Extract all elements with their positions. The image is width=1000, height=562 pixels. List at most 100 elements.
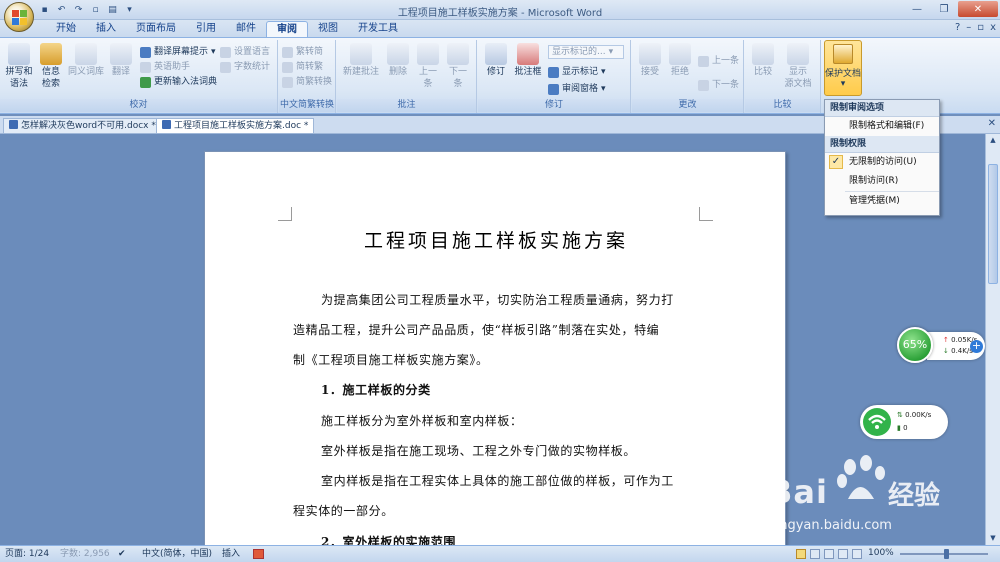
translate-icon	[110, 43, 132, 65]
view-full-screen-icon[interactable]	[810, 549, 820, 559]
previous-change-button[interactable]: 上一条	[698, 54, 739, 68]
show-markup-select[interactable]: 显示标记的... ▾	[548, 45, 624, 59]
tab-1[interactable]: 插入	[86, 21, 126, 38]
balloons-label: 批注框	[514, 67, 542, 77]
close-icon[interactable]: ✕	[958, 1, 998, 17]
word-count-label: 字数统计	[234, 62, 271, 72]
wifi-device-count: 0	[903, 424, 908, 432]
research-button[interactable]: 信息 检索	[36, 43, 66, 90]
menu-item-restrict-formatting[interactable]: 限制格式和编辑(F)	[825, 117, 939, 136]
ribbon-tab-row: 开始 插入 页面布局 引用 邮件 审阅 视图 开发工具 ? – ▫ x	[0, 20, 1000, 38]
status-word-count[interactable]: 字数: 2,956	[60, 548, 110, 561]
wifi-widget[interactable]: ⇅ 0.00K/s ▮ 0	[860, 405, 948, 439]
scroll-up-icon[interactable]: ▲	[986, 134, 1000, 146]
view-outline-icon[interactable]	[838, 549, 848, 559]
proofing-status-icon[interactable]: ✔	[118, 548, 126, 561]
chevron-down-icon: ▾	[840, 79, 846, 89]
doc-tab-1[interactable]: 怎样解决灰色word不可用.docx *	[3, 118, 162, 133]
to-traditional-button[interactable]: 简转繁	[282, 60, 323, 74]
doc-tab-2[interactable]: 工程项目施工样板实施方案.doc *	[156, 118, 315, 133]
minimize-icon[interactable]: —	[904, 1, 930, 17]
baidu-watermark: Bai 经验 jingyan.baidu.com	[768, 455, 990, 545]
view-draft-icon[interactable]	[852, 549, 862, 559]
zoom-slider[interactable]	[900, 549, 988, 559]
accept-button[interactable]: 接受	[635, 43, 665, 78]
doc-tab-label: 怎样解决灰色word不可用.docx *	[21, 121, 156, 131]
reject-button[interactable]: 拒绝	[665, 43, 695, 78]
update-ime-button[interactable]: 更新输入法词典	[140, 75, 217, 89]
english-helper-button[interactable]: 英语助手	[140, 60, 190, 74]
chinese-convert-button[interactable]: 简繁转换	[282, 75, 332, 89]
prev-comment-button[interactable]: 上一 条	[413, 43, 443, 90]
maximize-icon[interactable]: ❐	[931, 1, 957, 17]
office-button[interactable]	[4, 2, 34, 32]
tab-3[interactable]: 引用	[186, 21, 226, 38]
ribbon-tabs: 开始 插入 页面布局 引用 邮件 审阅 视图 开发工具	[46, 21, 408, 38]
crop-mark	[699, 207, 713, 221]
view-web-layout-icon[interactable]	[824, 549, 834, 559]
group-tracking: 修订 批注框 显示标记的... ▾ 显示标记 ▾ 审阅窗格 ▾ 修订	[478, 40, 631, 113]
show-source-icon	[787, 43, 809, 65]
thesaurus-button[interactable]: 同义词库	[68, 43, 104, 78]
document-page[interactable]: 工程项目施工样板实施方案 为提高集团公司工程质量水平，切实防治工程质量通病，努力…	[204, 151, 786, 562]
view-print-layout-icon[interactable]	[796, 549, 806, 559]
delete-comment-button[interactable]: 删除	[383, 43, 413, 78]
menu-item-unrestricted-access[interactable]: ✓ 无限制的访问(U)	[825, 153, 939, 172]
tab-2[interactable]: 页面布局	[126, 21, 186, 38]
track-changes-button[interactable]: 修订	[481, 43, 511, 78]
next-comment-button[interactable]: 下一 条	[443, 43, 473, 90]
to-traditional-icon	[282, 61, 293, 73]
close-document-icon[interactable]: ✕	[988, 118, 996, 129]
wifi-stats: ⇅ 0.00K/s ▮ 0	[897, 409, 931, 435]
next-change-button[interactable]: 下一条	[698, 78, 739, 92]
status-insert-mode[interactable]: 插入	[222, 548, 240, 561]
group-label-changes: 更改	[632, 99, 743, 112]
network-speed-widget[interactable]: ↑ 0.05K/s ↓ 0.4K/s + 65%	[897, 327, 987, 363]
menu-item-restricted-access[interactable]: 限制访问(R)	[825, 172, 939, 191]
tab-6[interactable]: 视图	[308, 21, 348, 38]
to-simplified-button[interactable]: 繁转简	[282, 45, 323, 59]
ribbon-close-icon[interactable]: x	[990, 22, 996, 33]
review-pane-button[interactable]: 审阅窗格 ▾	[548, 82, 606, 96]
status-page[interactable]: 页面: 1/24	[5, 548, 49, 561]
next-comment-icon	[447, 43, 469, 65]
status-language[interactable]: 中文(简体，中国)	[142, 548, 212, 561]
screen-tip-label: 翻译屏幕提示	[154, 47, 209, 57]
screen-tip-button[interactable]: 翻译屏幕提示 ▾	[140, 45, 216, 59]
tab-5[interactable]: 审阅	[266, 21, 308, 38]
compare-button[interactable]: 比较	[748, 43, 778, 78]
tab-0[interactable]: 开始	[46, 21, 86, 38]
word-count-button[interactable]: 字数统计	[220, 60, 270, 74]
tab-4[interactable]: 邮件	[226, 21, 266, 38]
thesaurus-label: 同义词库	[68, 67, 105, 77]
zoom-slider-knob[interactable]	[944, 549, 949, 559]
balloons-button[interactable]: 批注框	[511, 43, 545, 78]
ribbon-restore-icon[interactable]: ▫	[977, 22, 984, 33]
new-comment-icon	[350, 43, 372, 65]
translate-button[interactable]: 翻译	[106, 43, 136, 78]
compare-icon	[752, 43, 774, 65]
new-comment-button[interactable]: 新建批注	[341, 43, 381, 78]
show-source-button[interactable]: 显示 源文档	[779, 43, 817, 90]
delete-comment-label: 删除	[388, 67, 407, 77]
screen-tip-icon	[140, 46, 151, 58]
tab-7[interactable]: 开发工具	[348, 21, 408, 38]
show-markup-button[interactable]: 显示标记 ▾	[548, 65, 606, 79]
menu-item-label: 限制格式和编辑(F)	[849, 121, 925, 131]
download-icon: ↓	[943, 347, 949, 355]
add-icon[interactable]: +	[970, 340, 983, 353]
help-icon[interactable]: ?	[955, 22, 960, 33]
group-chinese-conversion: 繁转简 简转繁 简繁转换 中文简繁转换	[279, 40, 336, 113]
show-markup-icon	[548, 66, 559, 78]
scroll-thumb[interactable]	[988, 164, 998, 284]
protect-document-button[interactable]: 保护文档 ▾	[824, 40, 862, 96]
spell-check-button[interactable]: 拼写和 语法	[4, 43, 34, 90]
speed-ball[interactable]: 65%	[897, 327, 933, 363]
macro-record-icon[interactable]	[253, 549, 264, 559]
update-ime-label: 更新输入法词典	[154, 77, 218, 87]
set-language-button[interactable]: 设置语言	[220, 45, 270, 59]
show-markup-select-label: 显示标记的...	[552, 47, 606, 57]
ribbon-minimize-icon[interactable]: –	[966, 22, 971, 33]
menu-item-manage-credentials[interactable]: 管理凭据(M)	[825, 192, 939, 211]
zoom-level[interactable]: 100%	[868, 548, 894, 558]
